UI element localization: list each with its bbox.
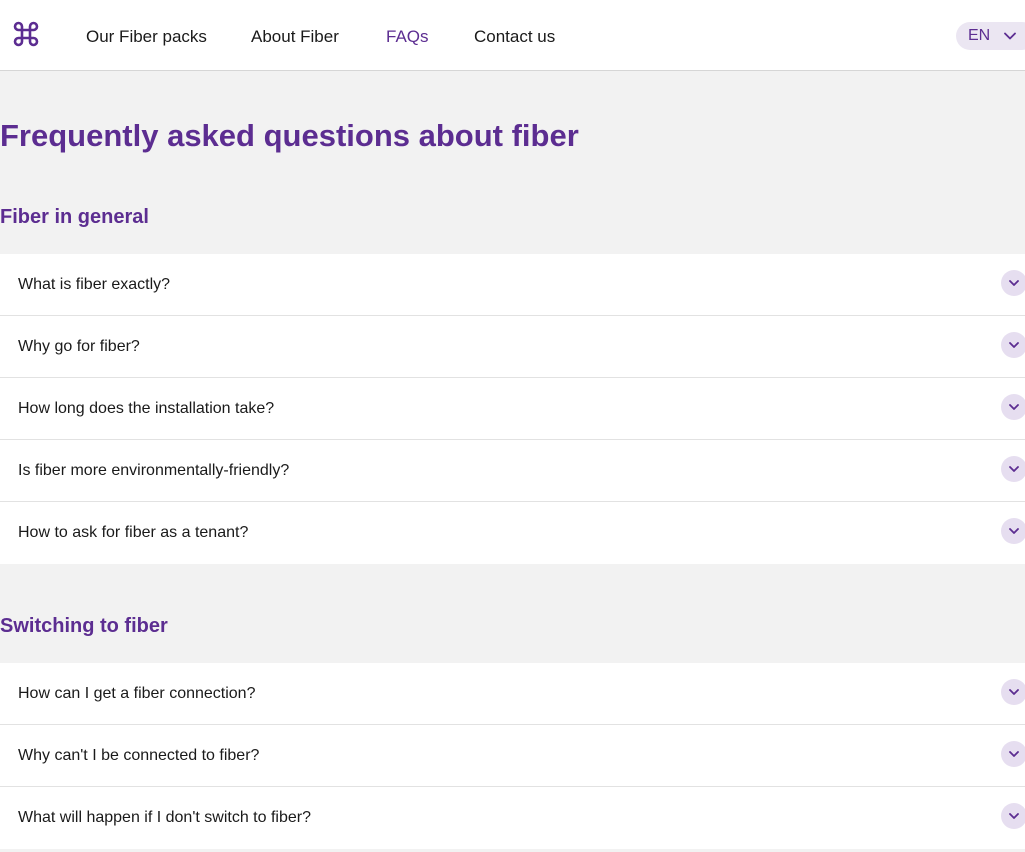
nav-about-fiber[interactable]: About Fiber <box>251 27 339 47</box>
faq-question: Is fiber more environmentally-friendly? <box>18 462 290 479</box>
faq-item[interactable]: Why go for fiber? <box>0 316 1025 378</box>
faq-question: What will happen if I don't switch to fi… <box>18 809 311 826</box>
faq-item[interactable]: What is fiber exactly? <box>0 254 1025 316</box>
chevron-down-icon[interactable] <box>1001 803 1025 829</box>
faq-item[interactable]: How long does the installation take? <box>0 378 1025 440</box>
language-selector[interactable]: EN <box>956 22 1025 50</box>
chevron-down-icon[interactable] <box>1001 332 1025 358</box>
command-icon[interactable] <box>12 20 40 48</box>
nav-contact-us[interactable]: Contact us <box>474 27 555 47</box>
faq-item[interactable]: What will happen if I don't switch to fi… <box>0 787 1025 849</box>
faq-question: Why go for fiber? <box>18 338 140 355</box>
faq-question: How long does the installation take? <box>18 400 275 417</box>
faq-list-fiber-in-general: What is fiber exactly? Why go for fiber?… <box>0 254 1025 564</box>
chevron-down-icon[interactable] <box>1001 394 1025 420</box>
chevron-down-icon[interactable] <box>1001 270 1025 296</box>
faq-item[interactable]: Is fiber more environmentally-friendly? <box>0 440 1025 502</box>
section-title-switching-to-fiber: Switching to fiber <box>0 615 168 637</box>
chevron-down-icon[interactable] <box>1001 518 1025 544</box>
nav-faqs[interactable]: FAQs <box>386 27 429 47</box>
language-label: EN <box>968 27 991 44</box>
top-navigation-bar: Our Fiber packs About Fiber FAQs Contact… <box>0 0 1025 71</box>
faq-question: How can I get a fiber connection? <box>18 685 256 702</box>
chevron-down-icon[interactable] <box>1001 456 1025 482</box>
faq-item[interactable]: Why can't I be connected to fiber? <box>0 725 1025 787</box>
chevron-down-icon[interactable] <box>1001 679 1025 705</box>
nav-our-fiber-packs[interactable]: Our Fiber packs <box>86 27 207 47</box>
faq-item[interactable]: How can I get a fiber connection? <box>0 663 1025 725</box>
page-title: Frequently asked questions about fiber <box>0 118 579 153</box>
chevron-down-icon <box>1004 32 1017 40</box>
faq-question: What is fiber exactly? <box>18 276 171 293</box>
faq-item[interactable]: How to ask for fiber as a tenant? <box>0 502 1025 564</box>
section-title-fiber-in-general: Fiber in general <box>0 206 149 228</box>
faq-list-switching-to-fiber: How can I get a fiber connection? Why ca… <box>0 663 1025 849</box>
faq-question: Why can't I be connected to fiber? <box>18 747 260 764</box>
chevron-down-icon[interactable] <box>1001 741 1025 767</box>
faq-question: How to ask for fiber as a tenant? <box>18 524 249 541</box>
